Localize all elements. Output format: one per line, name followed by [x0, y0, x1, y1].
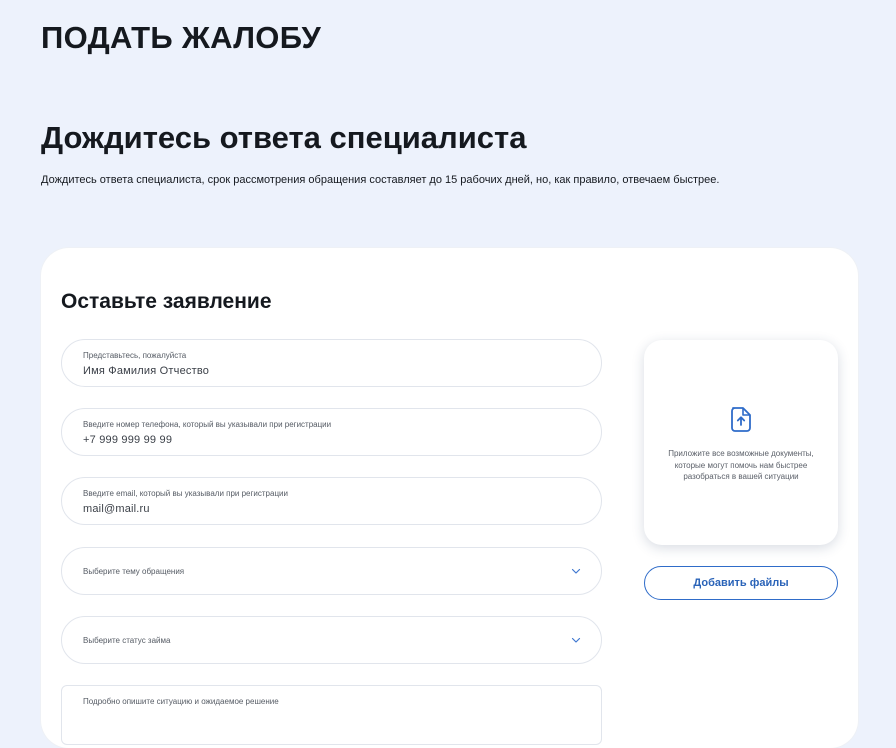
section-title: Дождитесь ответа специалиста	[41, 120, 527, 155]
situation-description-field[interactable]: Подробно опишите ситуацию и ожидаемое ре…	[61, 685, 602, 745]
phone-field-value: +7 999 999 99 99	[83, 434, 173, 446]
form-title: Оставьте заявление	[61, 290, 272, 313]
chevron-down-icon	[571, 637, 581, 643]
phone-field-label: Введите номер телефона, который вы указы…	[83, 420, 332, 429]
email-field[interactable]: Введите email, который вы указывали при …	[61, 477, 602, 525]
page-title: ПОДАТЬ ЖАЛОБУ	[41, 20, 322, 55]
loan-status-select-placeholder: Выберите статус займа	[83, 636, 171, 645]
email-field-value: mail@mail.ru	[83, 503, 150, 515]
topic-select[interactable]: Выберите тему обращения	[61, 547, 602, 595]
name-field-label: Представьтесь, пожалуйста	[83, 351, 187, 360]
chevron-down-icon	[571, 568, 581, 574]
name-field[interactable]: Представьтесь, пожалуйста Имя Фамилия От…	[61, 339, 602, 387]
file-upload-icon	[731, 407, 751, 432]
file-upload-dropzone[interactable]: Приложите все возможные документы, котор…	[644, 340, 838, 545]
phone-field[interactable]: Введите номер телефона, который вы указы…	[61, 408, 602, 456]
section-description: Дождитесь ответа специалиста, срок рассм…	[41, 174, 720, 186]
loan-status-select[interactable]: Выберите статус займа	[61, 616, 602, 664]
name-field-value: Имя Фамилия Отчество	[83, 365, 210, 377]
complaint-form-card: Оставьте заявление Представьтесь, пожалу…	[41, 248, 858, 748]
situation-description-label: Подробно опишите ситуацию и ожидаемое ре…	[83, 697, 279, 706]
add-files-button[interactable]: Добавить файлы	[644, 566, 838, 600]
upload-hint-text: Приложите все возможные документы, котор…	[668, 449, 814, 481]
topic-select-placeholder: Выберите тему обращения	[83, 567, 185, 576]
email-field-label: Введите email, который вы указывали при …	[83, 489, 288, 498]
